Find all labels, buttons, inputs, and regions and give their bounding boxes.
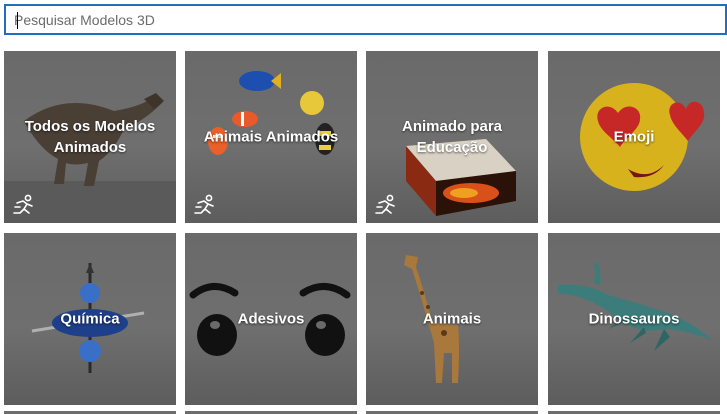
running-person-icon	[13, 194, 33, 214]
category-label: Animais Animados	[203, 128, 339, 146]
search-box[interactable]	[4, 4, 727, 35]
running-person-icon	[375, 194, 395, 214]
running-person-icon	[194, 194, 214, 214]
category-tile-emoji[interactable]: Emoji	[548, 51, 720, 223]
category-tile-all-animated[interactable]: Todos os Modelos Animados	[4, 51, 176, 223]
search-input[interactable]	[14, 6, 725, 33]
category-tile-stickers[interactable]: Adesivos	[185, 233, 357, 405]
category-tile-animated-education[interactable]: Animado para Educação	[366, 51, 538, 223]
text-caret	[17, 12, 18, 29]
category-label: Animado para Educação	[401, 118, 503, 156]
category-tile-animated-animals[interactable]: Animais Animados	[185, 51, 357, 223]
category-label: Química	[60, 310, 120, 328]
category-tile-chemistry[interactable]: Química	[4, 233, 176, 405]
category-tile-dinosaurs[interactable]: Dinossauros	[548, 233, 720, 405]
category-label: Emoji	[613, 128, 655, 146]
category-tile-animals[interactable]: Animais	[366, 233, 538, 405]
category-label: Dinossauros	[588, 310, 680, 328]
category-label: Todos os Modelos Animados	[24, 118, 156, 156]
model-category-grid: Todos os Modelos Animados Animais Animad…	[0, 0, 727, 414]
category-label: Animais	[422, 310, 482, 328]
category-label: Adesivos	[237, 310, 305, 328]
